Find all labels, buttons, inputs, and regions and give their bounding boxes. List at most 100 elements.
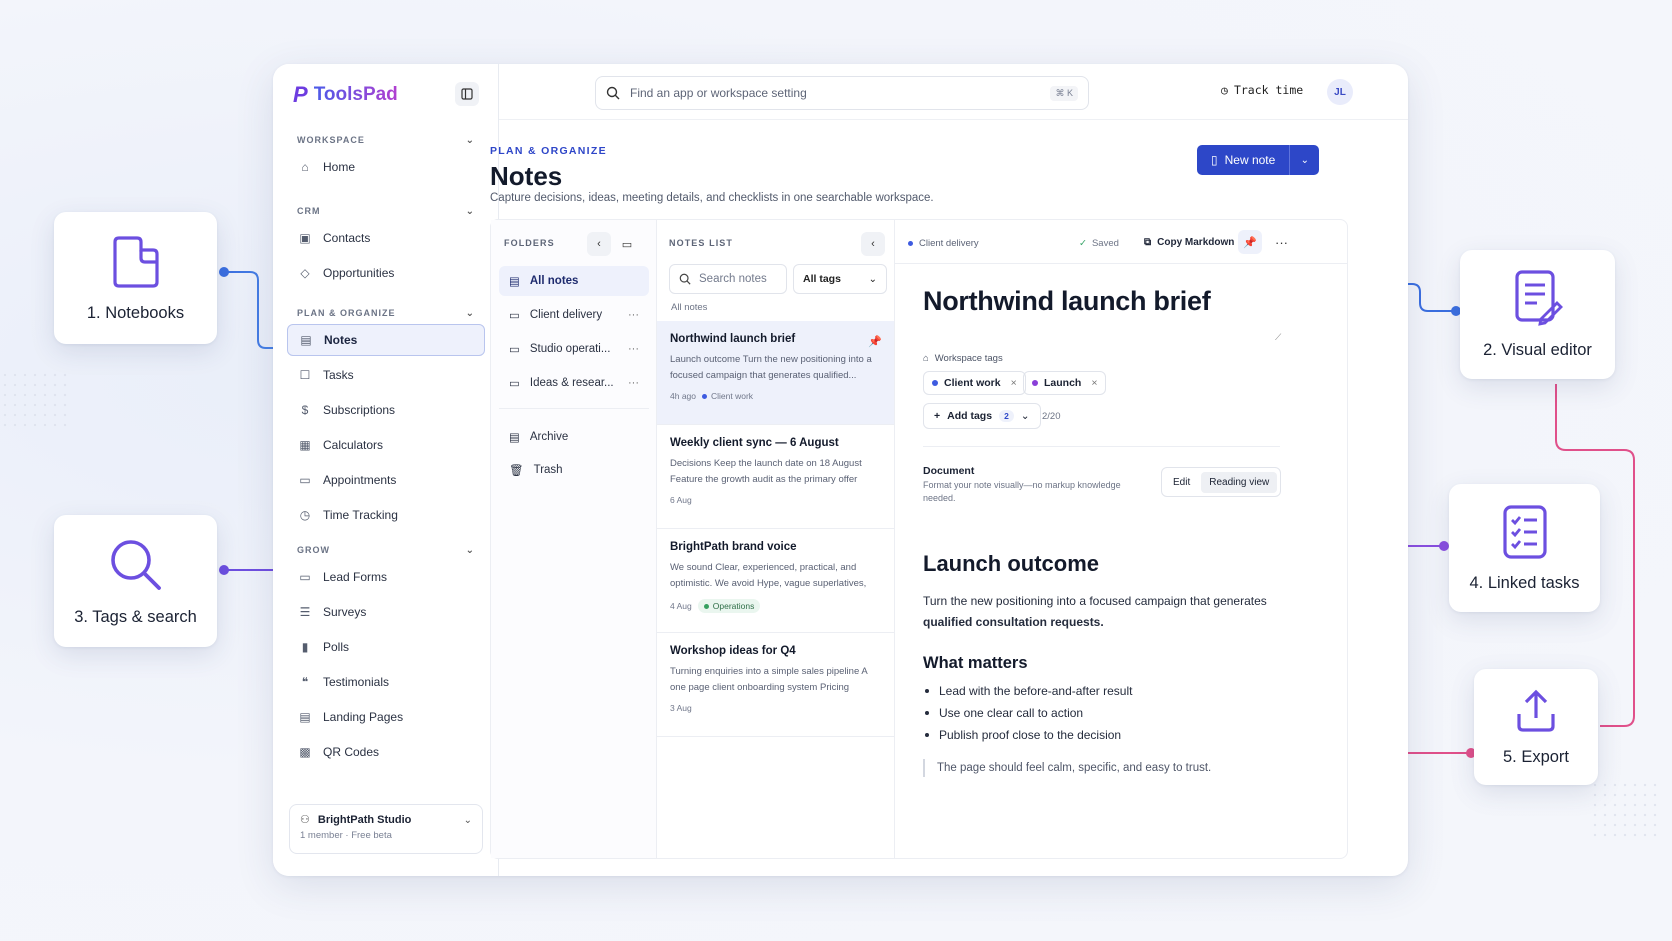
new-note-button[interactable]: ▯ New note bbox=[1197, 145, 1290, 175]
track-time-button[interactable]: ◷ Track time bbox=[1221, 83, 1303, 97]
resize-handle-icon[interactable]: ⟋ bbox=[1275, 332, 1281, 343]
avatar[interactable]: JL bbox=[1327, 79, 1353, 105]
more-options-button[interactable]: ··· bbox=[1275, 235, 1288, 250]
sidebar-item-calculators[interactable]: ▦ Calculators bbox=[287, 429, 485, 461]
more-icon[interactable]: ··· bbox=[628, 343, 639, 355]
global-search-input[interactable]: Find an app or workspace setting ⌘ K bbox=[595, 76, 1089, 110]
sidebar-item-lead-forms[interactable]: ▭ Lead Forms bbox=[287, 561, 485, 593]
remove-tag-icon[interactable]: × bbox=[1011, 377, 1017, 389]
sidebar-item-time-tracking[interactable]: ◷ Time Tracking bbox=[287, 499, 485, 531]
folder-ideas-research[interactable]: ▭ Ideas & resear... ··· bbox=[499, 368, 649, 398]
trash-icon: 🗑 bbox=[509, 465, 524, 477]
sidebar-item-home[interactable]: ⌂ Home bbox=[287, 151, 485, 183]
sidebar-item-contacts[interactable]: ▣ Contacts bbox=[287, 222, 485, 254]
folder-studio-operations[interactable]: ▭ Studio operati... ··· bbox=[499, 334, 649, 364]
new-note-label: New note bbox=[1224, 153, 1276, 167]
section-title: GROW bbox=[297, 545, 330, 555]
sidebar-item-qr-codes[interactable]: ▩ QR Codes bbox=[287, 736, 485, 768]
sidebar-collapse-button[interactable] bbox=[455, 82, 479, 106]
brand-logo[interactable]: P ToolsPad bbox=[293, 82, 398, 108]
folder-icon: ▭ bbox=[509, 378, 520, 390]
new-note-dropdown-button[interactable]: ⌄ bbox=[1289, 145, 1320, 175]
tag-chip-label: Launch bbox=[1044, 377, 1082, 389]
note-card[interactable]: Northwind launch brief Launch outcome Tu… bbox=[657, 321, 894, 425]
reading-view-button[interactable]: Reading view bbox=[1201, 471, 1278, 493]
sidebar-item-subscriptions[interactable]: $ Subscriptions bbox=[287, 394, 485, 426]
note-title-field[interactable]: Northwind launch brief bbox=[923, 286, 1211, 317]
chevron-down-icon: ⌄ bbox=[465, 307, 475, 319]
note-card[interactable]: Workshop ideas for Q4 Turning enquiries … bbox=[657, 633, 894, 737]
more-icon: ··· bbox=[1275, 235, 1288, 250]
more-icon[interactable]: ··· bbox=[628, 309, 639, 321]
team-icon: ⚇ bbox=[300, 814, 310, 826]
note-time: 4 Aug bbox=[670, 601, 692, 611]
collapse-notes-list-button[interactable]: ‹ bbox=[861, 232, 885, 256]
callout-visual-editor: 2. Visual editor bbox=[1460, 250, 1615, 379]
chevron-left-icon: ‹ bbox=[597, 238, 601, 250]
folder-icon: ▭ bbox=[509, 310, 520, 322]
section-header[interactable]: GROW ⌄ bbox=[273, 542, 499, 558]
note-title: Weekly client sync — 6 August bbox=[670, 437, 839, 449]
sidebar-item-label: Contacts bbox=[323, 231, 371, 245]
sidebar-item-label: Home bbox=[323, 160, 356, 174]
new-folder-button[interactable]: ▭ bbox=[615, 232, 639, 256]
more-icon[interactable]: ··· bbox=[628, 377, 639, 389]
sidebar-item-appointments[interactable]: ▭ Appointments bbox=[287, 464, 485, 496]
sidebar-item-surveys[interactable]: ☰ Surveys bbox=[287, 596, 485, 628]
sidebar-toggle-icon bbox=[461, 88, 473, 100]
section-title: PLAN & ORGANIZE bbox=[297, 308, 396, 318]
editor-breadcrumb[interactable]: Client delivery bbox=[908, 238, 979, 249]
folder-icon: ▭ bbox=[509, 344, 520, 356]
folder-all-notes[interactable]: ▤ All notes bbox=[499, 266, 649, 296]
pin-icon[interactable]: 📌 bbox=[868, 335, 882, 348]
folder-icon bbox=[112, 235, 159, 288]
note-excerpt: Launch outcome Turn the new positioning … bbox=[670, 354, 872, 381]
section-header[interactable]: WORKSPACE ⌄ bbox=[273, 132, 499, 148]
note-card[interactable]: BrightPath brand voice We sound Clear, e… bbox=[657, 529, 894, 633]
folder-trash[interactable]: 🗑 Trash bbox=[499, 455, 649, 485]
paragraph-bold-text: qualified consultation requests. bbox=[923, 615, 1104, 629]
pin-button[interactable]: 📌 bbox=[1238, 230, 1262, 254]
collapse-folders-button[interactable]: ‹ bbox=[587, 232, 611, 256]
workspace-tags-text: Workspace tags bbox=[934, 353, 1003, 364]
add-tags-button[interactable]: + Add tags 2 ⌄ bbox=[923, 403, 1041, 429]
folders-panel: FOLDERS ‹ ▭ ▤ All notes ▭ Client delivery ·… bbox=[491, 220, 657, 858]
section-header[interactable]: CRM ⌄ bbox=[273, 203, 499, 219]
edit-mode-button[interactable]: Edit bbox=[1165, 472, 1198, 493]
tag-color-dot bbox=[932, 380, 938, 386]
connector-dot bbox=[219, 565, 229, 575]
sidebar-item-testimonials[interactable]: ❝ Testimonials bbox=[287, 666, 485, 698]
sidebar-item-landing-pages[interactable]: ▤ Landing Pages bbox=[287, 701, 485, 733]
sidebar-item-polls[interactable]: ▮ Polls bbox=[287, 631, 485, 663]
folder-archive[interactable]: ▤ Archive bbox=[499, 422, 649, 452]
callout-export: 5. Export bbox=[1474, 669, 1598, 785]
section-header[interactable]: PLAN & ORGANIZE ⌄ bbox=[273, 305, 499, 321]
tag-chip-launch[interactable]: Launch × bbox=[1023, 371, 1107, 395]
callout-label: 4. Linked tasks bbox=[1469, 573, 1580, 592]
list-item: Publish proof close to the decision bbox=[925, 724, 1132, 746]
folder-label: All notes bbox=[529, 275, 579, 287]
folder-label: Ideas & resear... bbox=[529, 377, 614, 389]
top-bar: Find an app or workspace setting ⌘ K ◷ T… bbox=[499, 64, 1408, 120]
app-window: P ToolsPad WORKSPACE ⌄ ⌂ Home CRM ⌄ ▣ Contac… bbox=[273, 64, 1408, 876]
tag-filter-select[interactable]: All tags ⌄ bbox=[793, 264, 887, 294]
notes-search-input[interactable]: Search notes bbox=[669, 264, 787, 294]
note-card[interactable]: Weekly client sync — 6 August Decisions … bbox=[657, 425, 894, 529]
tag-color-dot bbox=[1032, 380, 1038, 386]
tag-chip-client-work[interactable]: Client work × bbox=[923, 371, 1026, 395]
breadcrumb-label: Client delivery bbox=[919, 238, 979, 249]
chevron-down-icon: ⌄ bbox=[1300, 154, 1309, 166]
remove-tag-icon[interactable]: × bbox=[1091, 377, 1097, 389]
view-mode-toggle: Edit Reading view bbox=[1161, 467, 1282, 497]
copy-markdown-button[interactable]: ⧉ Copy Markdown bbox=[1144, 237, 1234, 248]
sidebar-item-opportunities[interactable]: ◇ Opportunities bbox=[287, 257, 485, 289]
tag-filter-value: All tags bbox=[803, 273, 841, 285]
sidebar-item-notes[interactable]: ▤ Notes bbox=[287, 324, 485, 356]
workspace-switcher[interactable]: ⚇ BrightPath Studio 1 member · Free beta … bbox=[289, 804, 483, 854]
sidebar-item-tasks[interactable]: ☐ Tasks bbox=[287, 359, 485, 391]
folder-client-delivery[interactable]: ▭ Client delivery ··· bbox=[499, 300, 649, 330]
note-time: 6 Aug bbox=[670, 495, 692, 505]
chevron-down-icon: ⌄ bbox=[1020, 410, 1030, 422]
chevron-down-icon: ⌄ bbox=[465, 134, 475, 146]
connector-dot bbox=[219, 267, 229, 277]
